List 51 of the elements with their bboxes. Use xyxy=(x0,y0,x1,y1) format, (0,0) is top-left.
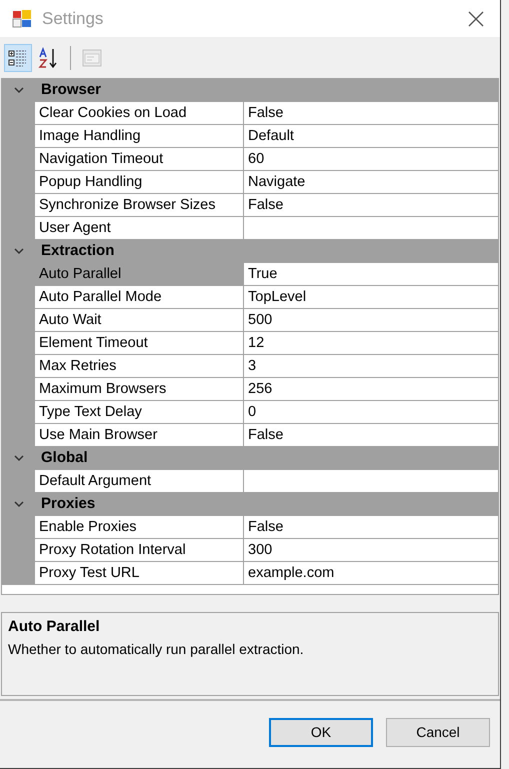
property-name[interactable]: Synchronize Browser Sizes xyxy=(35,194,244,217)
description-text: Whether to automatically run parallel extraction. xyxy=(8,640,305,659)
category-header[interactable]: Global xyxy=(35,447,88,469)
property-name[interactable]: Enable Proxies xyxy=(35,516,244,539)
property-value[interactable]: TopLevel xyxy=(244,286,498,309)
property-value[interactable]: 300 xyxy=(244,539,498,562)
property-name[interactable]: Element Timeout xyxy=(35,332,244,355)
property-value[interactable]: Default xyxy=(244,125,498,148)
cancel-button[interactable]: Cancel xyxy=(386,718,490,747)
property-name[interactable]: Proxy Rotation Interval xyxy=(35,539,244,562)
category-header[interactable]: Proxies xyxy=(35,493,96,515)
property-value[interactable]: False xyxy=(244,102,498,125)
property-value[interactable]: 0 xyxy=(244,401,498,424)
collapse-chevron-icon[interactable] xyxy=(14,500,24,508)
property-name[interactable]: Auto Wait xyxy=(35,309,244,332)
ok-button[interactable]: OK xyxy=(269,718,373,747)
property-name[interactable]: Proxy Test URL xyxy=(35,562,244,585)
property-name[interactable]: User Agent xyxy=(35,217,244,240)
property-name[interactable]: Use Main Browser xyxy=(35,424,244,447)
collapse-chevron-icon[interactable] xyxy=(14,248,24,254)
property-value[interactable]: 256 xyxy=(244,378,498,401)
category-header[interactable]: Extraction xyxy=(35,240,114,262)
collapse-chevron-icon[interactable] xyxy=(14,86,24,94)
categorized-view-icon[interactable] xyxy=(4,44,32,72)
app-icon xyxy=(12,8,32,28)
property-value[interactable]: False xyxy=(244,194,498,217)
property-name[interactable]: Maximum Browsers xyxy=(35,378,244,401)
property-name[interactable]: Default Argument xyxy=(35,470,244,493)
property-value[interactable] xyxy=(244,217,498,240)
property-name[interactable]: Navigation Timeout xyxy=(35,148,244,171)
property-value[interactable]: False xyxy=(244,424,498,447)
property-name[interactable]: Auto Parallel Mode xyxy=(35,286,244,309)
collapse-chevron-icon[interactable] xyxy=(14,454,24,462)
property-value[interactable]: Navigate xyxy=(244,171,498,194)
property-value[interactable]: 500 xyxy=(244,309,498,332)
property-name[interactable]: Max Retries xyxy=(35,355,244,378)
description-title: Auto Parallel xyxy=(8,617,101,637)
property-value[interactable]: False xyxy=(244,516,498,539)
close-icon[interactable] xyxy=(468,10,484,26)
property-name[interactable]: Popup Handling xyxy=(35,171,244,194)
property-value[interactable]: 3 xyxy=(244,355,498,378)
property-value[interactable]: 60 xyxy=(244,148,498,171)
property-value[interactable]: True xyxy=(244,263,498,286)
property-value[interactable] xyxy=(244,470,498,493)
property-name[interactable]: Image Handling xyxy=(35,125,244,148)
window-title: Settings xyxy=(42,8,104,30)
property-name[interactable]: Clear Cookies on Load xyxy=(35,102,244,125)
category-header[interactable]: Browser xyxy=(35,79,102,101)
property-value[interactable]: example.com xyxy=(244,562,498,585)
property-value[interactable]: 12 xyxy=(244,332,498,355)
property-name[interactable]: Type Text Delay xyxy=(35,401,244,424)
